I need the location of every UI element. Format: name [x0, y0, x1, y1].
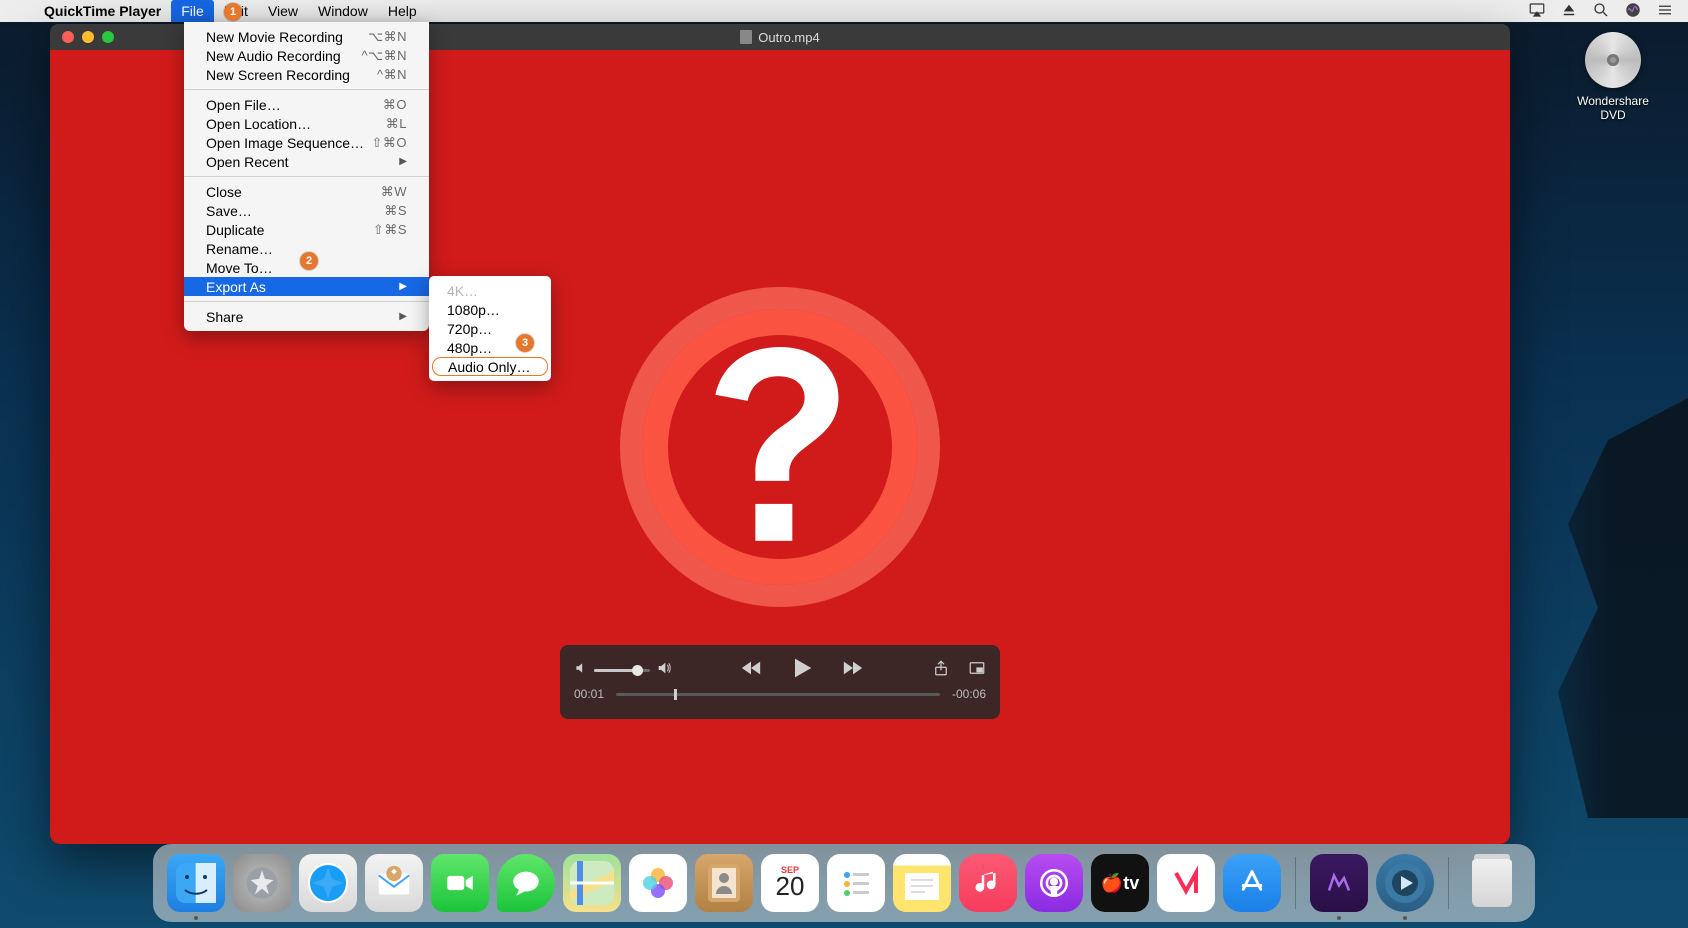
dock-calendar[interactable]: SEP20 [761, 854, 819, 912]
dock-app-purple[interactable] [1310, 854, 1368, 912]
remaining-time: -00:06 [952, 687, 986, 701]
submenu-1080p[interactable]: 1080p… [429, 300, 551, 319]
wallpaper-rock [1488, 398, 1688, 818]
menuitem-open-location[interactable]: Open Location…⌘L [184, 114, 429, 133]
annotation-badge-1: 1 [224, 3, 242, 21]
volume-mute-icon[interactable] [574, 661, 588, 680]
annotation-badge-3: 3 [516, 334, 534, 352]
submenu-4k: 4K… [429, 281, 551, 300]
dock-notes[interactable] [893, 854, 951, 912]
volume-slider[interactable] [594, 669, 650, 672]
rewind-button[interactable] [740, 657, 762, 684]
menu-separator [184, 301, 429, 302]
dock-tv[interactable]: 🍎tv [1091, 854, 1149, 912]
siri-icon[interactable] [1624, 1, 1642, 22]
menu-window[interactable]: Window [308, 0, 378, 22]
question-mark-icon [620, 287, 940, 607]
control-center-icon[interactable] [1656, 1, 1674, 22]
chevron-right-icon: ▶ [399, 156, 407, 167]
trash-icon [1472, 859, 1512, 907]
volume-max-icon[interactable] [656, 660, 672, 681]
dock-music[interactable] [959, 854, 1017, 912]
dock-maps[interactable] [563, 854, 621, 912]
dock-podcasts[interactable] [1025, 854, 1083, 912]
spotlight-icon[interactable] [1592, 1, 1610, 22]
dvd-disc-icon [1585, 32, 1641, 88]
dock-contacts[interactable] [695, 854, 753, 912]
fast-forward-button[interactable] [842, 657, 864, 684]
menu-file[interactable]: File [171, 0, 214, 22]
dock-separator [1448, 857, 1449, 909]
menuitem-open-recent[interactable]: Open Recent▶ [184, 152, 429, 171]
macos-menubar: QuickTime Player File Edit View Window H… [0, 0, 1688, 22]
airplay-icon[interactable] [1528, 1, 1546, 22]
submenu-audio-only[interactable]: Audio Only… [432, 357, 548, 376]
menu-separator [184, 176, 429, 177]
desktop-icon-wondershare[interactable]: Wondershare DVD [1568, 32, 1658, 122]
menuitem-new-movie-recording[interactable]: New Movie Recording⌥⌘N [184, 27, 429, 46]
export-as-submenu: 4K… 1080p… 720p… 480p… Audio Only… [429, 276, 551, 381]
dock-safari[interactable] [299, 854, 357, 912]
menuitem-new-audio-recording[interactable]: New Audio Recording^⌥⌘N [184, 46, 429, 65]
window-title-text: Outro.mp4 [758, 30, 819, 45]
dock-facetime[interactable] [431, 854, 489, 912]
menuitem-close[interactable]: Close⌘W [184, 182, 429, 201]
desktop-icon-label: Wondershare DVD [1568, 94, 1658, 122]
menu-help[interactable]: Help [378, 0, 427, 22]
annotation-badge-2: 2 [300, 252, 318, 270]
play-button[interactable] [788, 654, 816, 687]
dock-trash[interactable] [1463, 854, 1521, 912]
calendar-day: 20 [776, 871, 805, 902]
menuitem-duplicate[interactable]: Duplicate⇧⌘S [184, 220, 429, 239]
app-name[interactable]: QuickTime Player [34, 3, 171, 19]
menuitem-new-screen-recording[interactable]: New Screen Recording^⌘N [184, 65, 429, 84]
dock-photos[interactable] [629, 854, 687, 912]
dock-appstore[interactable] [1223, 854, 1281, 912]
submenu-720p[interactable]: 720p… [429, 319, 551, 338]
chevron-right-icon: ▶ [399, 281, 407, 292]
menu-separator [184, 89, 429, 90]
menuitem-open-file[interactable]: Open File…⌘O [184, 95, 429, 114]
eject-icon[interactable] [1560, 1, 1578, 22]
dock-quicktime[interactable] [1376, 854, 1434, 912]
dock-finder[interactable] [167, 854, 225, 912]
menuitem-export-as[interactable]: Export As▶ [184, 277, 429, 296]
playback-controls: 00:01 -00:06 [560, 645, 1000, 719]
chevron-right-icon: ▶ [399, 311, 407, 322]
timeline-slider[interactable] [616, 693, 940, 696]
dock-separator [1295, 857, 1296, 909]
pip-icon[interactable] [968, 659, 986, 682]
dock-launchpad[interactable] [233, 854, 291, 912]
dock-news[interactable] [1157, 854, 1215, 912]
dock-reminders[interactable] [827, 854, 885, 912]
menuitem-open-image-sequence[interactable]: Open Image Sequence…⇧⌘O [184, 133, 429, 152]
video-frame-graphic [620, 287, 940, 607]
dock-mail[interactable] [365, 854, 423, 912]
menu-view[interactable]: View [258, 0, 308, 22]
file-menu-dropdown: New Movie Recording⌥⌘N New Audio Recordi… [184, 22, 429, 331]
share-icon[interactable] [932, 659, 950, 682]
elapsed-time: 00:01 [574, 687, 604, 701]
menuitem-share[interactable]: Share▶ [184, 307, 429, 326]
document-icon [740, 30, 752, 44]
dock-messages[interactable] [497, 854, 555, 912]
menuitem-save[interactable]: Save…⌘S [184, 201, 429, 220]
macos-dock: SEP20 🍎tv [153, 844, 1535, 922]
